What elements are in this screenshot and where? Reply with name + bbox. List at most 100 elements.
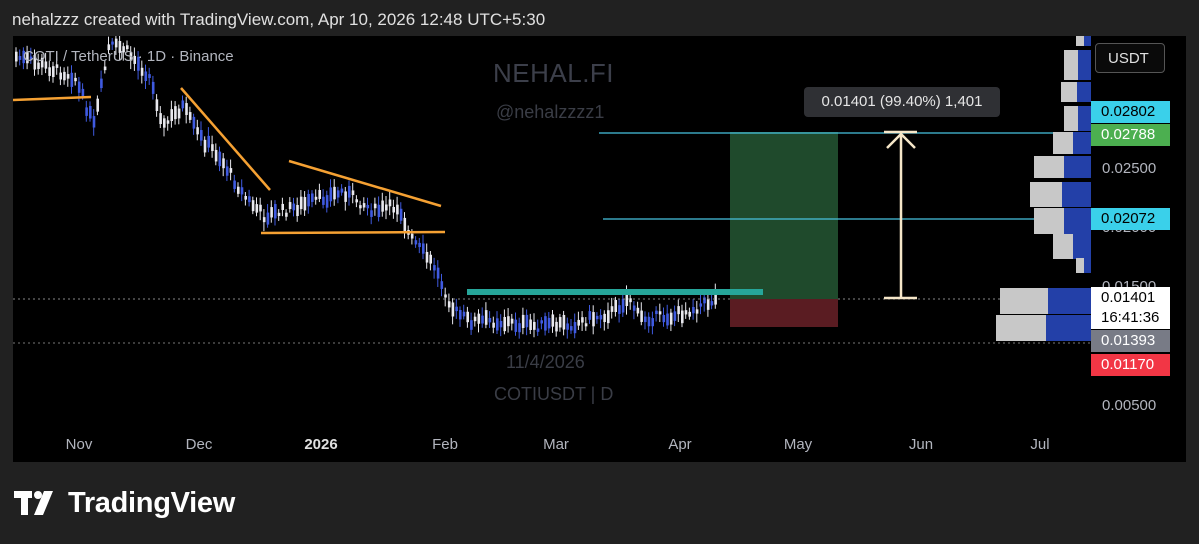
profit-zone [730,132,838,299]
candle [388,199,392,207]
candle [296,204,299,217]
candle [451,302,455,317]
candle [558,317,562,328]
currency-selector[interactable]: USDT [1095,43,1165,73]
candle [63,71,66,81]
candle [410,233,414,239]
candle [632,305,636,311]
candle [159,113,162,125]
candle [588,311,592,320]
candle [170,109,173,122]
footer-brand[interactable]: TradingView [14,486,235,520]
candle [233,180,236,189]
candle [277,212,281,216]
time-tick: Mar [543,436,569,453]
candle [237,186,240,194]
candle [274,204,277,219]
volume-profile-bar [1084,258,1091,273]
candle [544,316,547,331]
candle [636,307,640,314]
time-tick: Nov [65,436,93,453]
candle [59,72,62,80]
candle [299,196,303,210]
candle [403,217,407,233]
candle [499,321,503,328]
candle [259,204,262,212]
candle [599,315,603,320]
volume-profile-bar [1030,182,1062,207]
candle [392,206,395,213]
volume-profile-bar [1034,156,1064,178]
candle [573,322,577,334]
candle [710,301,714,306]
trendline-wedge-top [180,87,271,191]
candle [444,294,447,298]
candle [92,116,96,128]
volume-profile-bar [1077,82,1091,102]
candle [370,210,373,217]
candle [77,81,81,93]
candle [481,315,484,324]
stop-badge: 0.01170 [1091,354,1170,376]
candle [344,191,347,202]
candle [418,242,421,248]
candle [52,66,55,78]
candle [503,316,506,332]
candle [577,319,580,326]
candle [207,135,210,148]
candle [89,105,92,119]
current-price: 0.01401 [1101,289,1156,306]
candle [96,98,99,112]
candle [255,204,259,213]
watermark-title: NEHAL.FI [493,58,615,88]
candle [521,314,525,328]
candle [581,317,584,323]
candle [414,240,418,245]
candle [314,196,318,200]
candle [155,99,159,111]
volume-profile-bar [1062,182,1091,207]
candle [307,193,310,207]
candle [692,307,695,314]
candle [185,103,188,115]
candle [373,203,377,209]
candle [688,311,691,317]
candle [566,323,569,330]
volume-profile-bar [1053,234,1073,259]
watermark-handle: @nehalzzzz1 [496,102,605,122]
candle [529,319,532,330]
candle [425,251,429,263]
candle [595,315,599,320]
candle [473,316,477,322]
time-tick: May [783,436,813,453]
candle [399,208,403,221]
candle [644,316,647,323]
candle [607,310,610,324]
candle [288,202,292,210]
candle [174,106,177,120]
candle [518,323,521,333]
candle [74,77,77,82]
candle [533,321,536,330]
price-tick: 0.00500 [1102,397,1157,414]
candle [333,186,336,200]
loss-zone [730,299,838,327]
candle [655,310,658,315]
volume-profile-bar [1078,106,1091,131]
bar-countdown: 16:41:36 [1101,309,1160,326]
current-price-badge: 0.01401 16:41:36 [1091,287,1170,329]
candle [684,310,688,315]
candle [266,212,270,225]
candle [144,71,148,81]
candle [621,298,625,313]
price-chart[interactable]: COTI / TetherUS · 1D · Binance NEHAL.FI … [13,36,1186,462]
candle [377,204,381,218]
candle [177,108,181,119]
volume-profile [996,36,1091,341]
candle [196,127,199,135]
candle [322,196,325,205]
candle [466,311,469,323]
candle [669,312,673,325]
time-tick: Apr [668,436,692,453]
candle [562,314,566,330]
